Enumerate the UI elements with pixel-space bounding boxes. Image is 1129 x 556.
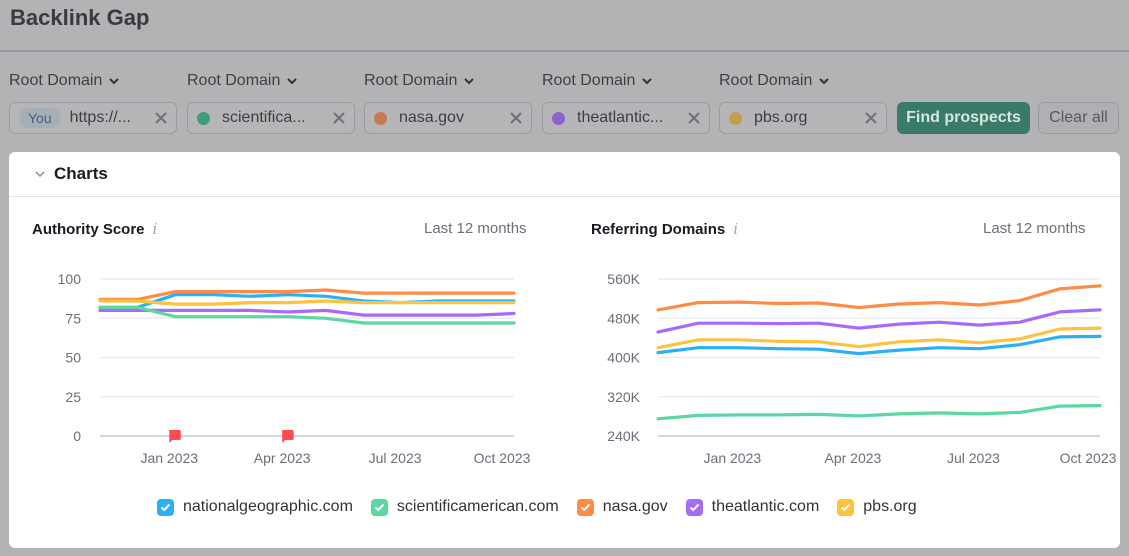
root-domain-dropdown-2[interactable]: Root Domain	[187, 70, 298, 92]
y-tick-label: 320K	[607, 389, 640, 405]
root-domain-dropdown-1[interactable]: Root Domain	[9, 70, 120, 92]
page-title: Backlink Gap	[10, 5, 150, 30]
close-icon[interactable]	[688, 112, 700, 124]
legend-item-nationalgeographic[interactable]: nationalgeographic.com	[157, 498, 353, 516]
root-domain-dropdown-4[interactable]: Root Domain	[542, 70, 653, 92]
legend-label: theatlantic.com	[711, 498, 820, 515]
legend-label: nasa.gov	[602, 498, 668, 515]
x-tick-label: Jul 2023	[947, 450, 1000, 466]
root-domain-dropdown-3[interactable]: Root Domain	[364, 70, 475, 92]
competitor-color-dot	[374, 111, 387, 125]
series-line-pbs-org	[656, 326, 1102, 350]
domain-chip-you[interactable]: You https://...	[9, 102, 177, 134]
series-line-nasa-gov	[656, 284, 1102, 312]
dropdown-label: Root Domain	[364, 72, 458, 89]
y-tick-label: 560K	[607, 271, 640, 287]
chevron-down-icon	[819, 78, 830, 85]
domain-input[interactable]: scientifica...	[222, 109, 325, 127]
series-line-theatlantic-com	[656, 308, 1102, 334]
x-tick-label: Jan 2023	[704, 450, 762, 466]
legend-label: nationalgeographic.com	[183, 498, 353, 515]
domain-input[interactable]: theatlantic...	[577, 109, 680, 127]
competitor-color-dot	[552, 111, 565, 125]
dropdown-label: Root Domain	[187, 72, 281, 89]
checkbox-checked-icon[interactable]	[837, 498, 855, 516]
find-prospects-button[interactable]: Find prospects	[897, 102, 1030, 134]
domain-input[interactable]: https://...	[70, 109, 147, 127]
domain-chip-competitor-3[interactable]: theatlantic...	[542, 102, 710, 134]
competitor-color-dot	[729, 111, 742, 125]
chart-legend: nationalgeographic.com scientificamerica…	[157, 498, 935, 516]
checkbox-checked-icon[interactable]	[157, 498, 174, 516]
chevron-down-icon	[642, 78, 653, 85]
you-badge: You	[19, 108, 61, 128]
domain-chip-competitor-2[interactable]: nasa.gov	[364, 102, 532, 134]
legend-item-theatlantic[interactable]: theatlantic.com	[685, 498, 820, 516]
dropdown-label: Root Domain	[542, 72, 636, 89]
y-tick-label: 400K	[607, 350, 640, 366]
y-tick-label: 240K	[607, 428, 640, 444]
chevron-down-icon	[287, 78, 298, 85]
title-divider	[0, 50, 1129, 52]
legend-label: pbs.org	[863, 498, 917, 515]
clear-all-button[interactable]: Clear all	[1038, 102, 1119, 134]
legend-item-pbs[interactable]: pbs.org	[837, 498, 917, 516]
close-icon[interactable]	[333, 112, 345, 124]
domain-chip-competitor-4[interactable]: pbs.org	[719, 102, 887, 134]
y-tick-label: 480K	[607, 310, 640, 326]
dropdown-label: Root Domain	[9, 72, 103, 89]
referring-domains-chart[interactable]: 560K 480K 400K 320K 240K Jan 2023 Apr 2023 Jul …	[9, 152, 1120, 492]
checkbox-checked-icon[interactable]	[685, 498, 703, 516]
dropdown-label: Root Domain	[719, 72, 813, 89]
checkbox-checked-icon[interactable]	[576, 498, 594, 516]
domain-chip-competitor-1[interactable]: scientifica...	[187, 102, 355, 134]
chevron-down-icon	[109, 78, 120, 85]
chevron-down-icon	[464, 78, 475, 85]
domain-input[interactable]: nasa.gov	[399, 109, 502, 127]
close-icon[interactable]	[155, 112, 167, 124]
close-icon[interactable]	[510, 112, 522, 124]
competitor-color-dot	[197, 111, 210, 125]
checkbox-checked-icon[interactable]	[370, 498, 388, 516]
domain-input[interactable]: pbs.org	[754, 109, 857, 127]
close-icon[interactable]	[865, 112, 877, 124]
series-line-scientificamerican-com	[656, 404, 1102, 421]
legend-item-scientificamerican[interactable]: scientificamerican.com	[370, 498, 559, 516]
legend-item-nasa[interactable]: nasa.gov	[576, 498, 668, 516]
root-domain-dropdown-5[interactable]: Root Domain	[719, 70, 830, 92]
x-tick-label: Oct 2023	[1060, 450, 1117, 466]
legend-label: scientificamerican.com	[396, 498, 559, 515]
charts-card: Charts Authority Score i Last 12 months …	[9, 152, 1120, 548]
x-tick-label: Apr 2023	[824, 450, 881, 466]
